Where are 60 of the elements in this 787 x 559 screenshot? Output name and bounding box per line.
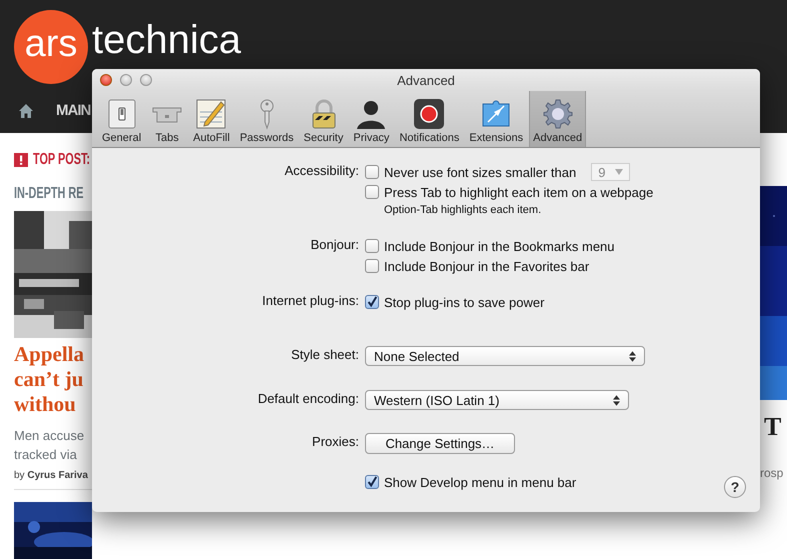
author-link[interactable]: Cyrus Fariva <box>27 470 88 481</box>
checkbox[interactable] <box>365 295 379 309</box>
checkbox[interactable] <box>365 259 379 273</box>
up-down-arrows-icon <box>629 350 636 362</box>
close-button[interactable] <box>100 74 112 86</box>
toolbar-tab[interactable]: Privacy <box>349 91 394 147</box>
alert-icon <box>14 153 28 167</box>
article-heading[interactable]: T <box>760 412 787 442</box>
checkbox-label[interactable]: Stop plug-ins to save power <box>384 294 544 310</box>
checkbox-label[interactable]: Include Bonjour in the Bookmarks menu <box>384 238 615 254</box>
section-heading[interactable]: IN-DEPTH RE <box>14 185 84 203</box>
change-settings-button[interactable]: Change Settings… <box>365 433 515 454</box>
toolbar-tab[interactable]: Advanced <box>529 91 586 147</box>
setting-label: Default encoding: <box>258 391 359 406</box>
setting-label: Style sheet: <box>291 347 359 362</box>
toolbar-tab[interactable]: Extensions <box>465 91 528 147</box>
toolbar-tab[interactable]: General <box>98 91 146 147</box>
summary-text: Men accuse <box>14 427 86 445</box>
pencil-icon <box>195 98 228 130</box>
article-text: rosp <box>760 466 784 480</box>
setting-label: Proxies: <box>312 434 359 449</box>
hint-text: Option-Tab highlights each item. <box>383 204 542 216</box>
byline-prefix: by <box>14 470 25 481</box>
checkbox[interactable] <box>365 239 379 253</box>
headline-text[interactable]: Appella <box>14 342 92 367</box>
record-icon <box>413 98 446 130</box>
checkbox-label[interactable]: Include Bonjour in the Favorites bar <box>384 258 590 274</box>
person-icon <box>355 98 388 130</box>
help-button[interactable]: ? <box>724 476 746 498</box>
toolbar-tab[interactable]: Security <box>300 91 348 147</box>
setting-label: Accessibility: <box>284 163 359 178</box>
checkbox-label[interactable]: Press Tab to highlight each item on a webpage <box>384 184 654 200</box>
toolbar-tab[interactable]: Notifications <box>395 91 464 147</box>
headline-text[interactable]: can’t ju <box>14 367 92 392</box>
window-title: Advanced <box>397 72 455 88</box>
toolbar-tab[interactable]: Tabs <box>147 91 188 147</box>
nav-link[interactable]: MAIN <box>56 102 90 119</box>
checkbox[interactable] <box>365 475 379 489</box>
minimize-button[interactable] <box>120 74 132 86</box>
popup-menu[interactable]: Western (ISO Latin 1) <box>365 390 629 410</box>
logo-text[interactable]: technica <box>92 18 241 62</box>
up-down-arrows-icon <box>613 394 620 406</box>
home-icon[interactable] <box>18 102 34 118</box>
checkbox[interactable] <box>365 165 379 179</box>
summary-text: tracked via <box>14 446 78 464</box>
combo-value: 9 <box>598 164 606 180</box>
dropdown-arrow-icon <box>615 169 624 175</box>
checkbox-label[interactable]: Never use font sizes smaller than <box>384 164 576 180</box>
checkbox[interactable] <box>365 185 379 199</box>
setting-label: Bonjour: <box>310 237 359 252</box>
popup-menu[interactable]: None Selected <box>365 346 645 366</box>
toolbar-tab[interactable]: Passwords <box>236 91 298 147</box>
top-post-label[interactable]: TOP POST: <box>33 151 90 169</box>
switch-icon <box>106 98 138 130</box>
toolbar-tab[interactable]: AutoFill <box>189 91 234 147</box>
gear-icon <box>542 98 574 130</box>
checkbox-label[interactable]: Show Develop menu in menu bar <box>384 474 576 490</box>
setting-label: Internet plug-ins: <box>262 293 359 308</box>
zoom-button[interactable] <box>140 74 152 86</box>
headline-text[interactable]: withou <box>14 392 92 417</box>
